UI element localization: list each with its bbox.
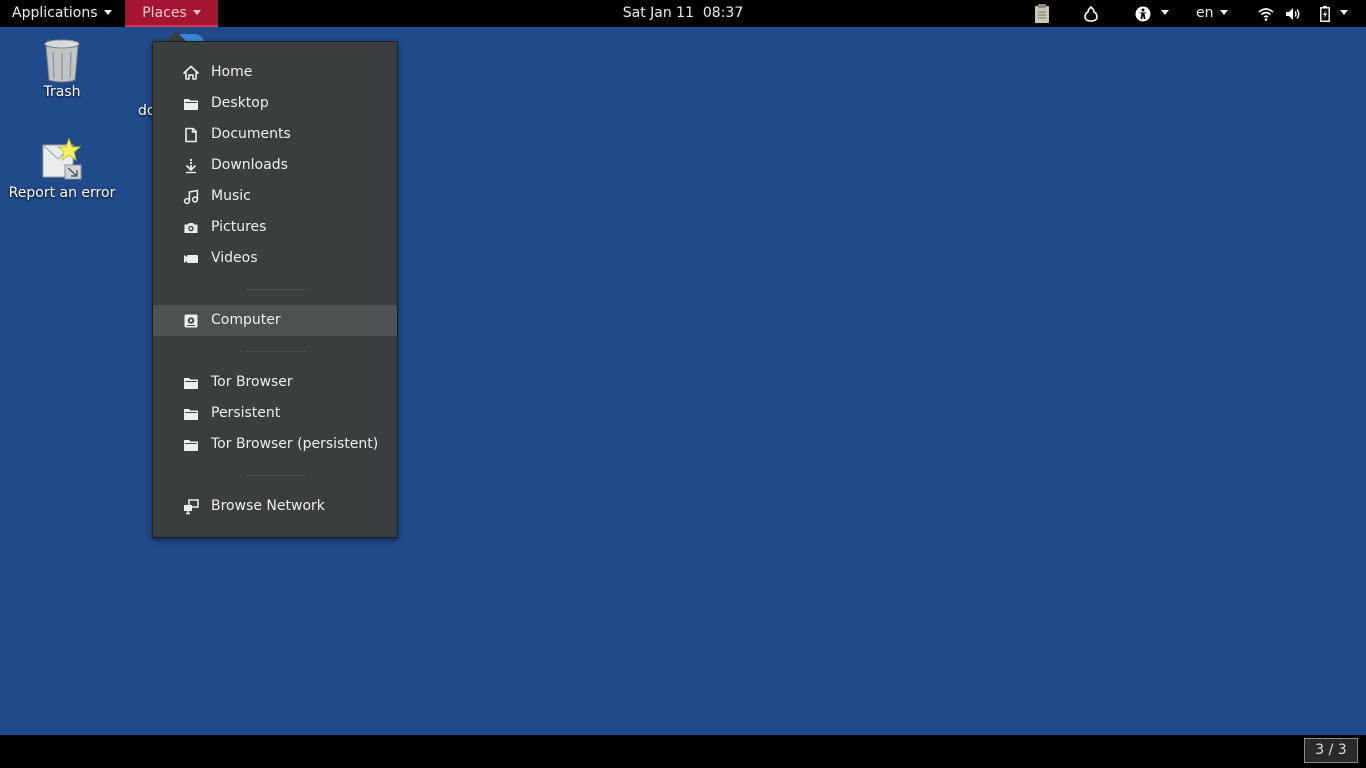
accessibility-icon (1135, 6, 1151, 21)
menu-item-downloads[interactable]: Downloads (153, 150, 397, 181)
menu-item-browse-network[interactable]: Browse Network (153, 491, 397, 522)
menu-item-label: Downloads (211, 157, 288, 173)
menu-item-label: Persistent (211, 405, 281, 421)
system-menu[interactable] (1314, 0, 1354, 27)
menu-item-label: Tor Browser (persistent) (211, 436, 379, 452)
desktop-icon-report-error[interactable]: Report an error (8, 137, 116, 201)
report-error-icon (39, 137, 85, 183)
menu-item-tor-browser[interactable]: Tor Browser (153, 367, 397, 398)
menu-item-home[interactable]: Home (153, 57, 397, 88)
menu-item-desktop[interactable]: Desktop (153, 88, 397, 119)
menu-separator (246, 289, 306, 290)
menu-separator (246, 351, 306, 352)
chevron-down-icon (1340, 10, 1348, 15)
trash-icon (42, 38, 82, 84)
menu-item-label: Browse Network (211, 498, 325, 514)
video-icon (184, 255, 198, 263)
tor-onion-icon[interactable] (1082, 0, 1100, 27)
menu-item-label: Home (211, 64, 253, 80)
workspace-switcher[interactable]: 3 / 3 (1304, 738, 1358, 763)
camera-icon (184, 223, 198, 233)
menu-item-documents[interactable]: Documents (153, 119, 397, 150)
language-menu[interactable]: en (1196, 0, 1228, 27)
top-panel: Applications Places Sat Jan 11 08:37 en (0, 0, 1366, 27)
menu-item-label: Documents (211, 126, 291, 142)
battery-charging-icon (1320, 5, 1330, 22)
accessibility-menu[interactable] (1132, 0, 1172, 27)
menu-item-label: Videos (211, 250, 258, 266)
document-icon (185, 127, 197, 143)
chevron-down-icon (192, 9, 201, 15)
menu-separator (246, 475, 306, 476)
language-label: en (1196, 5, 1214, 21)
menu-item-label: Desktop (211, 95, 269, 111)
folder-icon (184, 409, 198, 420)
download-icon (185, 158, 197, 174)
drive-icon (184, 314, 198, 328)
menu-pointer (166, 31, 186, 41)
clock[interactable]: Sat Jan 11 08:37 (623, 5, 744, 21)
menu-item-pictures[interactable]: Pictures (153, 212, 397, 243)
menu-item-label: Computer (211, 312, 281, 328)
menu-item-music[interactable]: Music (153, 181, 397, 212)
wifi-icon[interactable] (1258, 0, 1274, 27)
volume-icon[interactable] (1285, 0, 1301, 27)
home-icon (183, 65, 199, 80)
desktop-icon-label: Trash (43, 84, 81, 100)
chevron-down-icon (103, 9, 112, 15)
menu-item-label: Tor Browser (211, 374, 293, 390)
folder-icon (184, 99, 198, 110)
folder-icon (184, 440, 198, 451)
music-icon (183, 189, 199, 205)
bottom-panel: 3 / 3 (0, 735, 1366, 768)
clipboard-icon[interactable] (1032, 0, 1052, 27)
places-menu: Home Desktop Documents Downloads Music P… (152, 41, 398, 538)
chevron-down-icon (1161, 10, 1169, 15)
chevron-down-icon (1219, 9, 1228, 15)
menu-item-computer[interactable]: Computer (153, 305, 397, 336)
network-icon (184, 499, 199, 515)
applications-menu-button[interactable]: Applications (12, 0, 112, 27)
menu-item-tor-browser-persistent[interactable]: Tor Browser (persistent) (153, 429, 397, 460)
menu-item-label: Pictures (211, 219, 267, 235)
desktop-icon-label: Report an error (8, 185, 116, 201)
places-menu-button[interactable]: Places (125, 0, 218, 27)
desktop-icon-trash[interactable]: Trash (22, 38, 102, 100)
folder-icon (184, 378, 198, 389)
places-label: Places (142, 5, 187, 21)
applications-label: Applications (12, 5, 98, 21)
menu-item-persistent[interactable]: Persistent (153, 398, 397, 429)
menu-item-label: Music (211, 188, 251, 204)
menu-item-videos[interactable]: Videos (153, 243, 397, 274)
